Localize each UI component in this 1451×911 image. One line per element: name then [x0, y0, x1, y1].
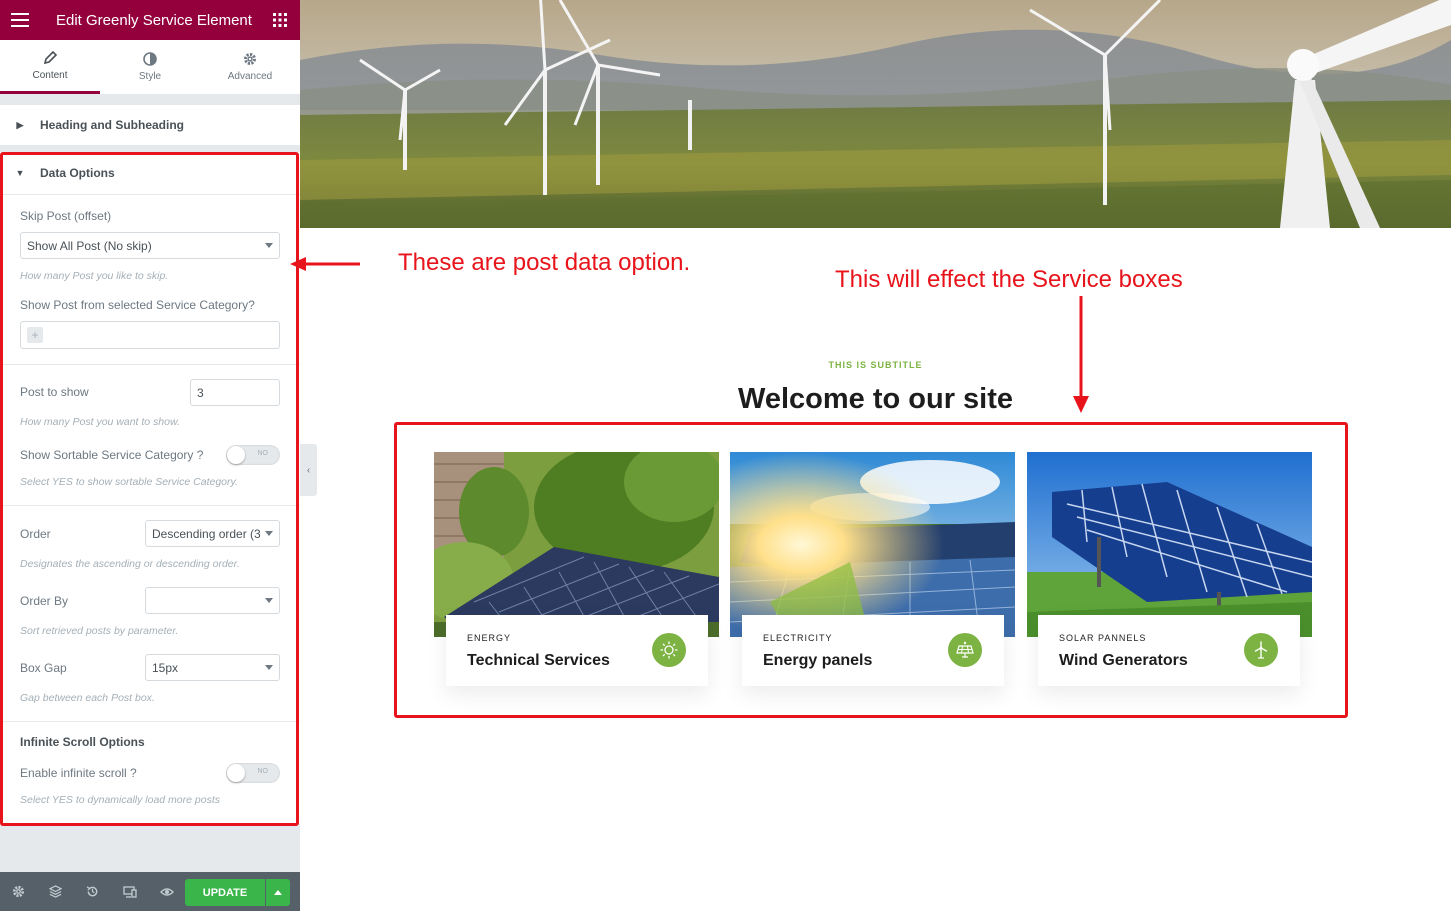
card-category: SOLAR PANNELS	[1059, 633, 1147, 643]
settings-gear-icon[interactable]	[0, 872, 37, 911]
wind-turbine-icon	[1244, 633, 1278, 667]
caret-right-icon: ▶	[16, 119, 24, 130]
apps-grid-icon[interactable]	[260, 0, 300, 40]
card-image-technical-services[interactable]	[434, 452, 719, 637]
tab-style-label: Style	[138, 71, 162, 82]
hamburger-menu-icon[interactable]	[0, 0, 40, 40]
update-options-button[interactable]	[266, 879, 290, 906]
navigator-layers-icon[interactable]	[37, 872, 74, 911]
tab-advanced-label: Advanced	[227, 71, 273, 82]
section-heading-subheading[interactable]: ▶ Heading and Subheading	[0, 105, 300, 145]
gear-icon	[244, 53, 256, 65]
section-heading-label: Heading and Subheading	[40, 118, 185, 132]
tab-advanced[interactable]: Advanced	[200, 40, 300, 94]
annotation-post-data: These are post data option.	[398, 249, 691, 276]
service-card-technical-services[interactable]: ENERGY Technical Services	[446, 615, 708, 686]
pencil-icon	[43, 50, 57, 64]
editor-tabs: Content Style Advanced	[0, 40, 300, 95]
section-heading: Welcome to our site	[737, 383, 1014, 415]
contrast-icon	[143, 52, 157, 66]
service-card-wind-generators[interactable]: SOLAR PANNELS Wind Generators	[1038, 615, 1300, 686]
card-category: ELECTRICITY	[763, 633, 833, 643]
collapse-panel-handle[interactable]: ‹	[300, 444, 317, 496]
responsive-mode-icon[interactable]	[111, 872, 148, 911]
card-title: Energy panels	[763, 652, 873, 669]
card-category: ENERGY	[467, 633, 512, 643]
annotation-arrow-left-icon	[290, 257, 360, 271]
annotation-service-boxes: This will effect the Service boxes	[835, 266, 1183, 293]
sun-icon	[652, 633, 686, 667]
caret-up-icon	[274, 890, 282, 895]
editor-header: Edit Greenly Service Element	[0, 0, 300, 40]
tab-content-label: Content	[32, 69, 68, 81]
chevron-left-icon: ‹	[306, 464, 311, 476]
card-image-energy-panels[interactable]	[730, 452, 1015, 637]
update-button[interactable]: UPDATE	[185, 879, 265, 906]
editor-title: Edit Greenly Service Element	[56, 11, 252, 29]
card-title: Wind Generators	[1059, 652, 1188, 669]
card-title: Technical Services	[467, 652, 610, 669]
service-card-energy-panels[interactable]: ELECTRICITY Energy panels	[742, 615, 1004, 686]
tab-content[interactable]: Content	[0, 40, 100, 94]
history-icon[interactable]	[74, 872, 111, 911]
tab-style[interactable]: Style	[100, 40, 200, 94]
hero-wind-turbines-image	[300, 0, 1451, 228]
highlight-box-data-options	[0, 152, 299, 826]
card-image-wind-generators[interactable]	[1027, 452, 1312, 637]
solar-panel-icon	[948, 633, 982, 667]
section-subtitle: THIS IS SUBTITLE	[828, 360, 923, 370]
preview-eye-icon[interactable]	[148, 872, 185, 911]
